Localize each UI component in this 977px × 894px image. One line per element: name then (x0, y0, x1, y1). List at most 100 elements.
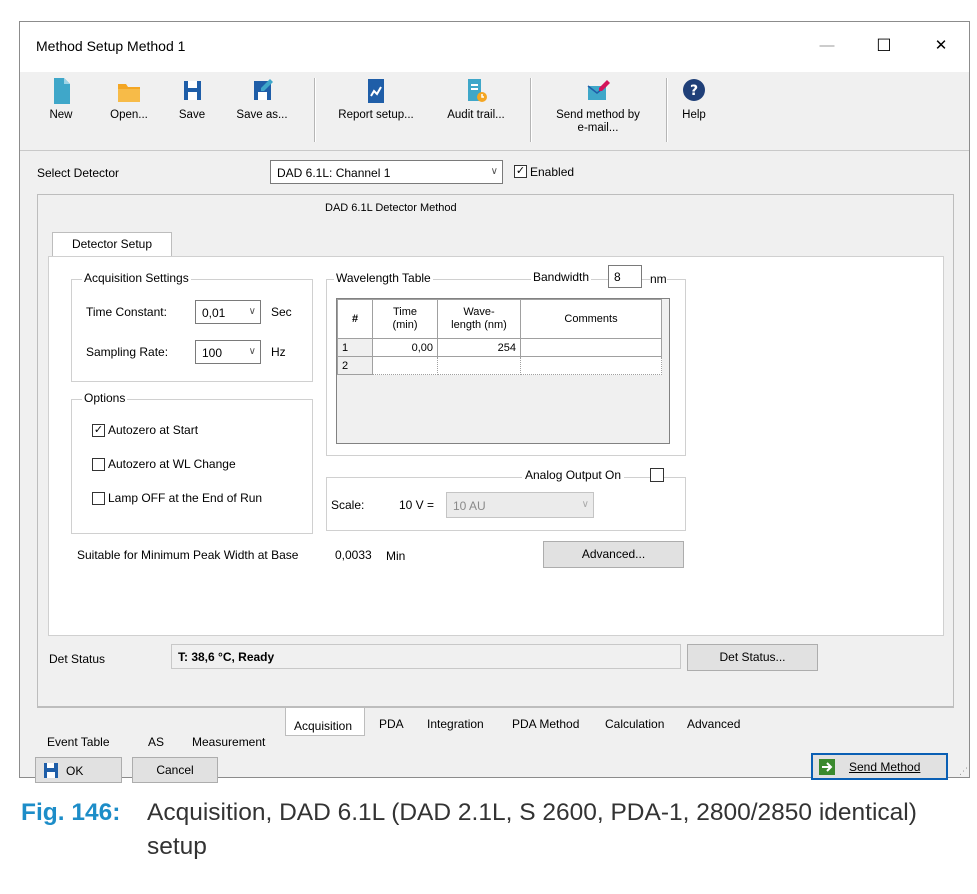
row-comment[interactable] (520, 338, 662, 357)
new-file-icon (54, 78, 70, 104)
tab-integration[interactable]: Integration (427, 717, 484, 731)
table-row[interactable]: 2 (337, 356, 662, 375)
det-status-button[interactable]: Det Status... (687, 644, 818, 671)
detector-select[interactable]: DAD 6.1L: Channel 1 ∨ (270, 160, 503, 184)
maximize-icon[interactable]: ☐ (867, 32, 901, 60)
email-edit-icon (587, 80, 610, 100)
acquisition-settings-group (71, 279, 313, 382)
wavelength-table-title: Wavelength Table (334, 271, 433, 285)
send-email-label-2: e-mail... (577, 122, 619, 134)
tab-detector-setup[interactable]: Detector Setup (52, 232, 172, 257)
det-status-label: Det Status (49, 652, 106, 666)
floppy-save-icon (184, 81, 201, 100)
enabled-checkbox[interactable]: ✓ (514, 165, 527, 178)
title-bar: Method Setup Method 1 — ☐ ✕ (20, 22, 969, 72)
open-button[interactable]: Open... (102, 74, 156, 146)
sampling-rate-select[interactable]: 100 ∨ (195, 340, 261, 364)
analog-output-checkbox[interactable] (650, 468, 664, 482)
chevron-down-icon: ∨ (581, 499, 589, 510)
ok-button[interactable]: OK (35, 757, 122, 783)
row-time[interactable] (372, 356, 438, 375)
help-icon: ? (683, 79, 705, 101)
folder-icon (118, 84, 140, 102)
detector-select-value: DAD 6.1L: Channel 1 (277, 166, 391, 180)
time-constant-select[interactable]: 0,01 ∨ (195, 300, 261, 324)
method-title: DAD 6.1L Detector Method (325, 202, 457, 214)
col-header-time-2: (min) (392, 319, 418, 331)
scale-select-value: 10 AU (453, 499, 486, 513)
row-comment[interactable] (520, 356, 662, 375)
autozero-wl-label: Autozero at WL Change (108, 457, 236, 471)
time-constant-unit: Sec (271, 305, 292, 319)
help-button[interactable]: ? Help (674, 74, 714, 146)
col-header-wave-1: Wave- (463, 306, 495, 318)
save-label: Save (178, 109, 206, 121)
tab-pda[interactable]: PDA (379, 717, 404, 731)
det-status-value: T: 38,6 °C, Ready (171, 644, 681, 669)
tab-as[interactable]: AS (148, 735, 164, 749)
report-icon (368, 79, 384, 103)
time-constant-value: 0,01 (202, 306, 226, 320)
col-header-time: Time (min) (372, 299, 438, 339)
tab-acquisition[interactable]: Acquisition (294, 719, 352, 733)
audit-trail-button[interactable]: Audit trail... (438, 74, 514, 146)
autozero-start-label: Autozero at Start (108, 423, 199, 437)
lamp-off-checkbox[interactable] (92, 492, 105, 505)
col-header-num: # (337, 299, 373, 339)
chevron-down-icon: ∨ (248, 346, 256, 357)
figure-number: Fig. 146: (21, 799, 121, 826)
send-method-email-button[interactable]: Send method by e-mail... (540, 74, 656, 146)
bandwidth-unit: nm (650, 272, 667, 286)
min-peak-value: 0,0033 (335, 548, 372, 562)
analog-output-label: Analog Output On (522, 468, 625, 482)
chevron-down-icon: ∨ (490, 166, 498, 177)
send-arrow-icon (819, 759, 835, 775)
row-num: 1 (337, 338, 373, 357)
report-setup-label: Report setup... (338, 109, 414, 121)
floppy-save-icon (44, 763, 58, 778)
autozero-start-checkbox[interactable]: ✓ (92, 424, 105, 437)
acquisition-settings-title: Acquisition Settings (82, 271, 191, 285)
report-setup-button[interactable]: Report setup... (326, 74, 426, 146)
save-button[interactable]: Save (170, 74, 214, 146)
tab-pda-method[interactable]: PDA Method (512, 717, 579, 731)
resize-grip-icon[interactable]: ⋰ (959, 766, 968, 777)
tab-advanced[interactable]: Advanced (687, 717, 740, 731)
minimize-icon[interactable]: — (810, 32, 844, 60)
bandwidth-input[interactable]: 8 (608, 265, 642, 288)
min-peak-unit: Min (386, 549, 406, 563)
tab-measurement[interactable]: Measurement (192, 735, 265, 749)
tabs-divider (37, 707, 954, 708)
sampling-rate-value: 100 (202, 346, 223, 360)
audit-trail-icon (468, 79, 487, 102)
send-method-label: Send Method (849, 760, 921, 774)
scale-select[interactable]: 10 AU ∨ (446, 492, 594, 518)
toolbar: New Open... Save Save as... Report setup… (20, 72, 969, 151)
chevron-down-icon: ∨ (248, 306, 256, 317)
new-button[interactable]: New (34, 74, 88, 146)
autozero-wl-checkbox[interactable] (92, 458, 105, 471)
bandwidth-label: Bandwidth (531, 270, 592, 284)
sampling-rate-unit: Hz (271, 345, 286, 359)
row-wavelength[interactable] (437, 356, 521, 375)
cancel-button[interactable]: Cancel (132, 757, 218, 783)
close-icon[interactable]: ✕ (924, 32, 958, 60)
lamp-off-label: Lamp OFF at the End of Run (108, 491, 263, 505)
help-label: Help (682, 109, 706, 121)
send-email-label-1: Send method by (556, 109, 640, 121)
sampling-rate-label: Sampling Rate: (86, 345, 169, 359)
send-method-button[interactable]: Send Method (811, 753, 948, 780)
table-row[interactable]: 1 0,00 254 (337, 338, 662, 357)
row-time[interactable]: 0,00 (372, 338, 438, 357)
wavelength-grid[interactable]: # Time (min) Wave-length (nm) Comments 1 … (336, 298, 670, 444)
advanced-button[interactable]: Advanced... (543, 541, 684, 568)
tab-calculation[interactable]: Calculation (605, 717, 664, 731)
save-as-button[interactable]: Save as... (232, 74, 292, 146)
row-wavelength[interactable]: 254 (437, 338, 521, 357)
new-label: New (49, 109, 73, 121)
scale-label: Scale: (331, 498, 365, 512)
toolbar-separator (530, 78, 532, 142)
open-label: Open... (110, 109, 148, 121)
tab-event-table[interactable]: Event Table (47, 735, 110, 749)
select-detector-label: Select Detector (37, 166, 120, 180)
